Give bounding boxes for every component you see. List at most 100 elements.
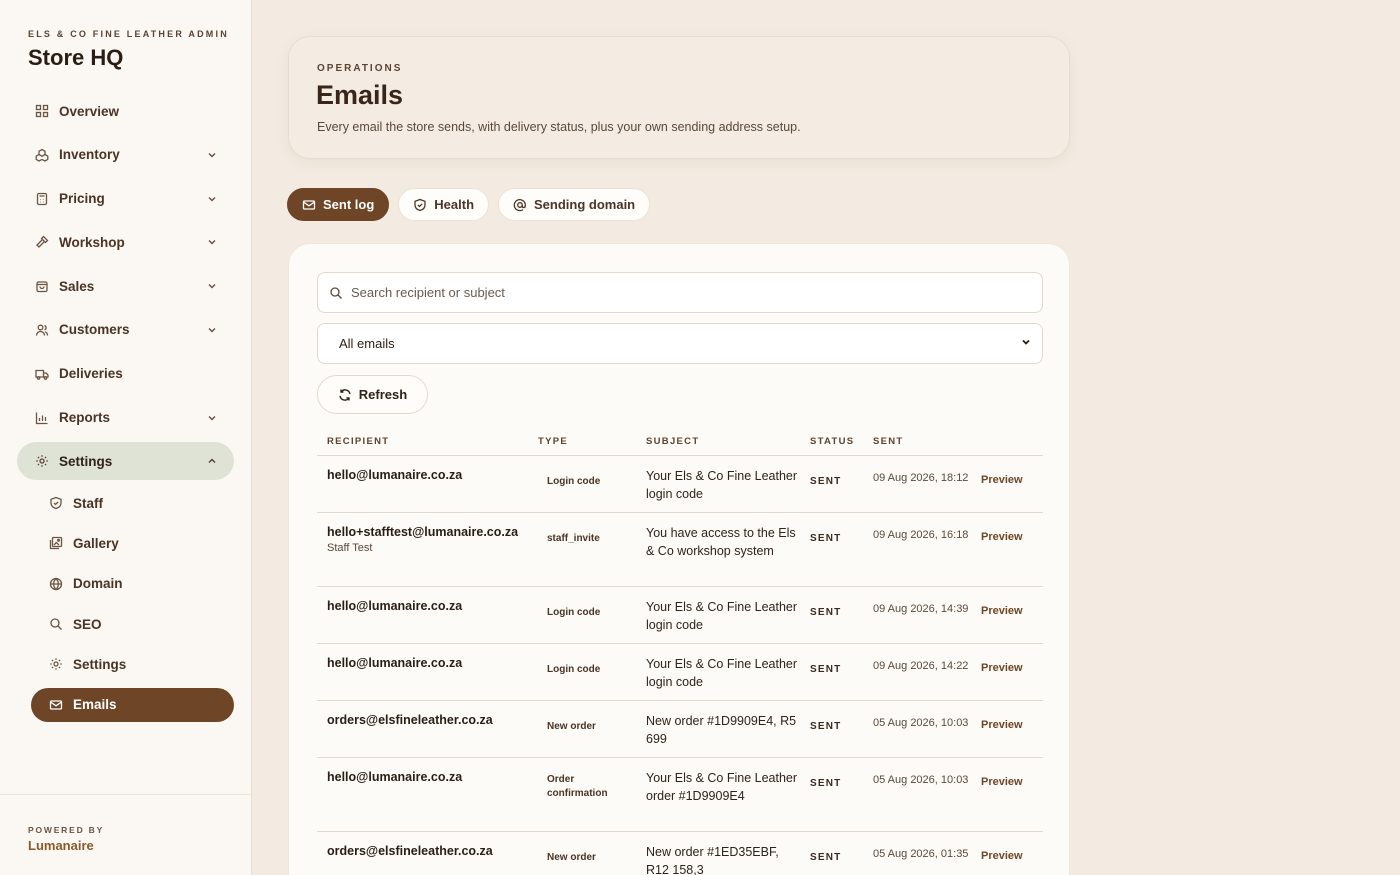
sidebar-subitem-label: SEO: [73, 616, 102, 632]
sidebar-item-label: Overview: [59, 103, 120, 119]
chevron-down-icon: [206, 236, 218, 248]
gear-icon: [35, 454, 49, 468]
tab-label: Health: [434, 197, 475, 212]
table-header: RECIPIENT TYPE SUBJECT STATUS SENT: [317, 430, 1043, 456]
preview-link[interactable]: Preview: [981, 850, 1023, 862]
email-type: staff_invite: [547, 533, 600, 544]
preview-link[interactable]: Preview: [981, 474, 1023, 486]
preview-link[interactable]: Preview: [981, 605, 1023, 617]
shield-icon: [49, 496, 63, 510]
sidebar-item-label: Customers: [59, 322, 130, 338]
column-header-subject: SUBJECT: [646, 436, 700, 447]
page-header: OPERATIONS Emails Every email the store …: [288, 36, 1070, 159]
sidebar-subitem-settings[interactable]: Settings: [31, 647, 234, 681]
sidebar-subitem-staff[interactable]: Staff: [31, 486, 234, 520]
sidebar-subitem-label: Emails: [73, 697, 117, 713]
powered-by-label: POWERED BY: [28, 825, 105, 835]
recipient-email: hello@lumanaire.co.za: [327, 770, 463, 784]
bag-icon: [35, 279, 49, 293]
table-row: hello@lumanaire.co.za Login code Your El…: [317, 644, 1043, 701]
sidebar-subitem-gallery[interactable]: Gallery: [31, 526, 234, 560]
page-eyebrow: OPERATIONS: [317, 63, 403, 74]
main-nav: Overview Inventory Pricing Workshop Sale…: [17, 92, 234, 728]
table-row: orders@elsfineleather.co.za New order Ne…: [317, 832, 1043, 875]
preview-link[interactable]: Preview: [981, 776, 1023, 788]
tabs: Sent log Health Sending domain: [287, 188, 651, 221]
email-subject: Your Els & Co Fine Leather login code: [646, 469, 798, 501]
calculator-icon: [35, 192, 49, 206]
refresh-button[interactable]: Refresh: [317, 375, 428, 414]
table-row: hello+stafftest@lumanaire.co.za Staff Te…: [317, 513, 1043, 587]
sidebar-item-overview[interactable]: Overview: [17, 92, 234, 130]
sidebar-item-workshop[interactable]: Workshop: [17, 223, 234, 261]
sidebar-item-pricing[interactable]: Pricing: [17, 180, 234, 218]
preview-link[interactable]: Preview: [981, 719, 1023, 731]
select-value: All emails: [339, 336, 395, 351]
email-type: Login code: [547, 476, 601, 487]
search-icon: [329, 286, 343, 300]
tab-sent-log[interactable]: Sent log: [287, 188, 390, 221]
sent-log-table: RECIPIENT TYPE SUBJECT STATUS SENT hello…: [317, 430, 1043, 875]
email-subject: Your Els & Co Fine Leather login code: [646, 600, 798, 632]
sidebar-subitem-label: Gallery: [73, 535, 119, 551]
sidebar-item-label: Sales: [59, 278, 95, 294]
chevron-down-icon: [206, 149, 218, 161]
search-input[interactable]: [351, 285, 1042, 300]
sidebar-subitem-emails[interactable]: Emails: [31, 687, 234, 722]
sidebar-item-label: Inventory: [59, 147, 120, 163]
sent-time: 05 Aug 2026, 10:03: [873, 717, 969, 729]
refresh-label: Refresh: [358, 387, 408, 402]
shield-icon: [413, 198, 427, 212]
mail-icon: [49, 698, 63, 712]
sidebar-item-customers[interactable]: Customers: [17, 311, 234, 349]
chevron-up-icon: [206, 455, 218, 467]
email-type: Order confirmation: [547, 774, 608, 799]
sidebar-item-label: Reports: [59, 410, 111, 426]
sidebar-subitem-domain[interactable]: Domain: [31, 567, 234, 601]
sidebar-item-sales[interactable]: Sales: [17, 267, 234, 305]
sidebar-item-label: Deliveries: [59, 366, 123, 382]
sidebar-item-settings[interactable]: Settings: [17, 442, 234, 481]
search-box[interactable]: [317, 272, 1043, 313]
chevron-down-icon: [206, 324, 218, 336]
page-description: Every email the store sends, with delive…: [317, 120, 801, 134]
table-row: hello@lumanaire.co.za Order confirmation…: [317, 758, 1043, 832]
sent-log-panel: All emails Refresh RECIPIENT TYPE SUBJEC…: [288, 243, 1070, 875]
recipient-email: hello@lumanaire.co.za: [327, 599, 463, 613]
chevron-down-icon: [206, 280, 218, 292]
recipient-email: hello@lumanaire.co.za: [327, 656, 463, 670]
preview-link[interactable]: Preview: [981, 531, 1023, 543]
email-subject: Your Els & Co Fine Leather login code: [646, 657, 798, 689]
preview-link[interactable]: Preview: [981, 662, 1023, 674]
status-badge: SENT: [810, 778, 842, 789]
brand-eyebrow: ELS & CO FINE LEATHER ADMIN: [28, 29, 229, 39]
sidebar-item-inventory[interactable]: Inventory: [17, 136, 234, 174]
tab-sending-domain[interactable]: Sending domain: [498, 188, 651, 221]
powered-by-brand[interactable]: Lumanaire: [28, 838, 94, 853]
truck-icon: [35, 367, 49, 381]
sidebar-subitem-seo[interactable]: SEO: [31, 607, 234, 641]
recipient-email: orders@elsfineleather.co.za: [327, 713, 493, 727]
gear-icon: [49, 657, 63, 671]
column-header-type: TYPE: [538, 436, 569, 447]
chevron-down-icon: [206, 412, 218, 424]
boxes-icon: [35, 148, 49, 162]
sidebar: ELS & CO FINE LEATHER ADMIN Store HQ Ove…: [0, 0, 252, 875]
sidebar-item-label: Pricing: [59, 191, 105, 207]
at-icon: [513, 198, 527, 212]
chevron-down-icon: [206, 193, 218, 205]
sidebar-subitem-label: Settings: [73, 656, 127, 672]
grid-icon: [35, 104, 49, 118]
sidebar-item-label: Workshop: [59, 234, 125, 250]
tab-health[interactable]: Health: [398, 188, 490, 221]
sidebar-footer: POWERED BY Lumanaire: [0, 794, 251, 875]
sidebar-item-reports[interactable]: Reports: [17, 399, 234, 437]
sent-time: 09 Aug 2026, 14:22: [873, 660, 969, 672]
globe-icon: [49, 577, 63, 591]
email-type: New order: [547, 721, 596, 732]
sidebar-item-deliveries[interactable]: Deliveries: [17, 355, 234, 393]
email-type: New order: [547, 852, 596, 863]
email-type-select[interactable]: All emails: [317, 323, 1043, 364]
hammer-icon: [35, 235, 49, 249]
status-badge: SENT: [810, 852, 842, 863]
